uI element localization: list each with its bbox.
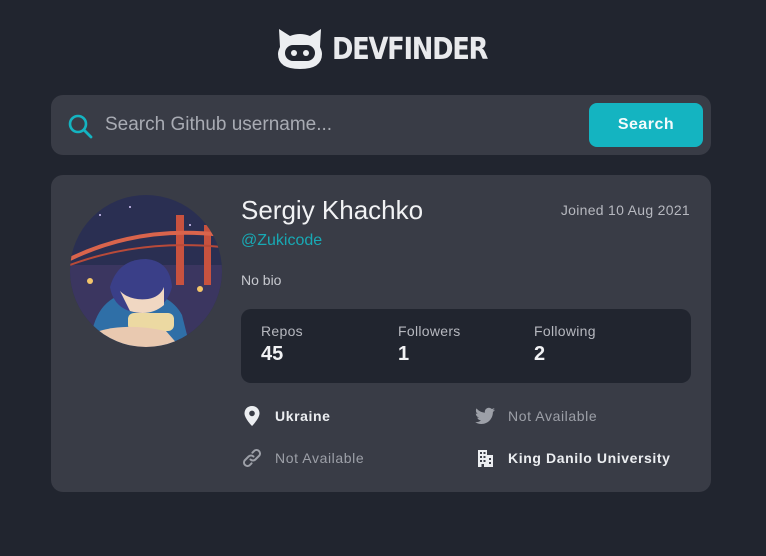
app-title: DEVFINDER	[332, 31, 488, 67]
search-button[interactable]: Search	[589, 103, 703, 147]
avatar	[70, 195, 222, 347]
twitter-text: Not Available	[508, 408, 598, 424]
twitter-item: Not Available	[474, 405, 597, 427]
stat-value: 45	[261, 343, 284, 365]
profile-username-link[interactable]: @Zukicode	[241, 232, 322, 250]
building-icon	[478, 450, 493, 467]
location-pin-icon	[244, 406, 260, 426]
location-item: Ukraine	[241, 405, 331, 427]
company-item: King Danilo University	[474, 447, 671, 469]
stat-repos: Repos 45	[261, 323, 303, 366]
twitter-icon	[475, 407, 495, 424]
search-input[interactable]	[105, 107, 625, 143]
profile-card: Sergiy Khachko @Zukicode Joined 10 Aug 2…	[51, 175, 711, 492]
cat-head-icon	[278, 29, 322, 69]
stat-label: Followers	[398, 323, 461, 339]
blog-text: Not Available	[275, 450, 365, 466]
company-text: King Danilo University	[508, 450, 671, 466]
stats-panel: Repos 45 Followers 1 Following 2	[241, 309, 691, 383]
profile-bio: No bio	[241, 272, 282, 288]
profile-name: Sergiy Khachko	[241, 195, 424, 225]
stat-following: Following 2	[534, 323, 596, 366]
stat-value: 2	[534, 343, 546, 365]
stat-label: Following	[534, 323, 596, 339]
anime-avatar-image	[70, 195, 222, 347]
search-bar: Search	[51, 95, 711, 155]
joined-date: Joined 10 Aug 2021	[560, 202, 690, 218]
location-text: Ukraine	[275, 408, 331, 424]
search-icon	[68, 114, 93, 139]
blog-item: Not Available	[241, 447, 364, 469]
devfinder-app: DEVFINDER Search Github username... Sear…	[0, 0, 766, 556]
link-icon	[243, 449, 261, 467]
stat-value: 1	[398, 343, 410, 365]
stat-followers: Followers 1	[398, 323, 461, 366]
app-logo: DEVFINDER	[276, 26, 512, 72]
stat-label: Repos	[261, 323, 303, 339]
